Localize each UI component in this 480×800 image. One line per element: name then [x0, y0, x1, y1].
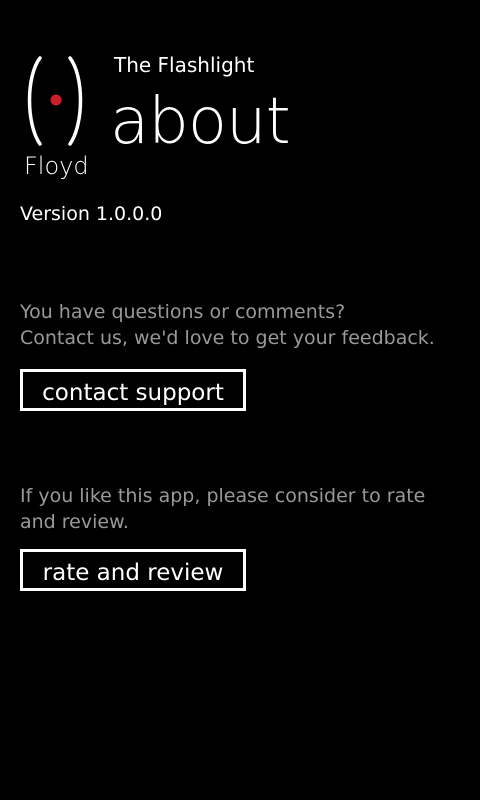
app-title: The Flashlight: [114, 53, 255, 77]
contact-support-button[interactable]: contact support: [20, 369, 246, 411]
floyd-logo-icon: Floyd: [24, 56, 89, 180]
rate-description-line: and review.: [20, 511, 129, 533]
rate-and-review-button[interactable]: rate and review: [20, 549, 246, 591]
rate-description: If you like this app, please consider to…: [20, 483, 460, 535]
contact-description: You have questions or comments? Contact …: [20, 299, 460, 351]
version-label: Version 1.0.0.0: [20, 203, 163, 225]
logo-text: Floyd: [24, 152, 89, 180]
contact-description-line: Contact us, we'd love to get your feedba…: [20, 327, 435, 349]
floyd-logo: Floyd: [22, 52, 92, 180]
rate-description-line: If you like this app, please consider to…: [20, 485, 426, 507]
page-title: about: [110, 85, 291, 159]
contact-description-line: You have questions or comments?: [20, 301, 346, 323]
